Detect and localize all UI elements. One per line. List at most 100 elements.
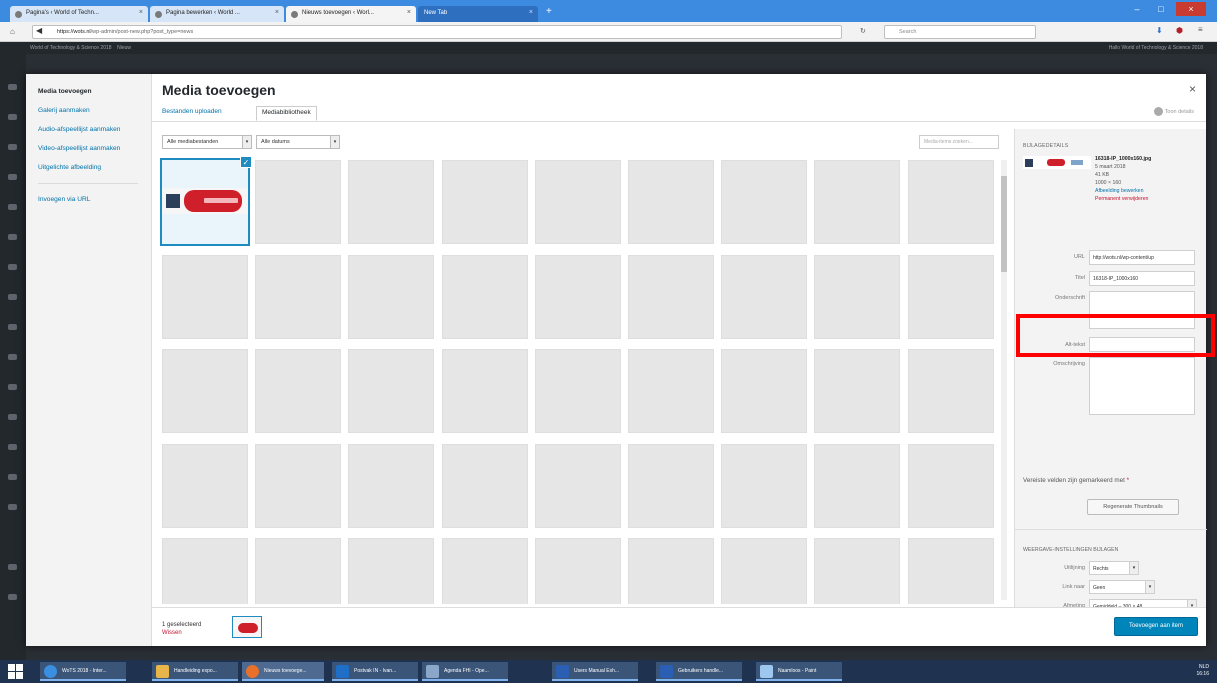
menu-audio-afspeellijst[interactable]: Audio-afspeellijst aanmaken [38, 126, 138, 134]
browser-tab-new-tab[interactable]: New Tab × [418, 6, 538, 22]
address-bar[interactable]: https://wots.nl/wp-admin/post-new.php?po… [32, 25, 842, 39]
attachment-thumbnail[interactable] [814, 538, 901, 604]
menu-media-toevoegen[interactable]: Media toevoegen [38, 88, 138, 96]
attachment-thumbnail[interactable] [534, 160, 621, 244]
system-tray[interactable]: NLD 16:16 [1196, 664, 1209, 678]
close-icon[interactable]: × [529, 9, 533, 16]
clear-selection-link[interactable]: Wissen [162, 629, 201, 637]
menu-galerij-aanmaken[interactable]: Galerij aanmaken [38, 107, 138, 115]
title-field[interactable]: 16318-IP_1000x160 [1089, 271, 1195, 286]
attachment-thumbnail[interactable] [162, 443, 248, 528]
browser-search-input[interactable]: Search [884, 25, 1036, 39]
attachment-thumbnail[interactable] [441, 443, 528, 528]
reload-icon[interactable]: ↻ [860, 27, 866, 35]
browser-tab-nieuws-toevoegen[interactable]: Nieuws toevoegen ‹ Worl... × [286, 6, 416, 22]
attachment-thumbnail[interactable] [255, 443, 342, 528]
url-field[interactable]: http://wots.nl/wp-content/up [1089, 250, 1195, 265]
attachment-thumbnail[interactable] [907, 443, 994, 528]
maximize-icon[interactable]: □ [1150, 2, 1172, 16]
menu-invoegen-via-url[interactable]: Invoegen via URL [38, 196, 138, 204]
attachment-thumbnail[interactable] [721, 349, 808, 433]
taskbar-item-ie[interactable]: WoTS 2018 - Inter... [40, 662, 126, 681]
attachment-thumbnail[interactable] [255, 254, 342, 339]
attachment-thumbnail[interactable] [534, 254, 621, 339]
window-close-icon[interactable]: × [1176, 2, 1206, 16]
taskbar-item-firefox[interactable]: Nieuws toevoege... [242, 662, 324, 681]
minimize-icon[interactable]: – [1126, 2, 1148, 16]
tab-mediabibliotheek[interactable]: Mediabibliotheek [256, 106, 317, 121]
attachment-thumbnail[interactable] [907, 254, 994, 339]
attachment-thumbnail[interactable]: ✓ [162, 156, 252, 244]
attachment-thumbnail[interactable] [628, 160, 714, 244]
taskbar-item-agenda[interactable]: Agenda FHI - Ope... [422, 662, 508, 681]
attachment-thumbnail[interactable] [348, 160, 435, 244]
delete-permanently-link[interactable]: Permanent verwijderen [1095, 195, 1151, 203]
attachment-thumbnail[interactable] [628, 254, 714, 339]
back-icon[interactable]: ◀ [36, 26, 42, 35]
selected-thumbnail[interactable] [232, 616, 262, 638]
download-icon[interactable]: ⬇ [1156, 26, 1163, 35]
media-date-filter[interactable]: Alle datums ▾ [256, 135, 340, 149]
attachment-thumbnail[interactable] [255, 160, 342, 244]
attachment-thumbnail[interactable] [628, 538, 714, 604]
menu-icon[interactable]: ≡ [1198, 25, 1203, 34]
media-type-filter[interactable]: Alle mediabestanden ▾ [162, 135, 252, 149]
attachment-thumbnail[interactable] [441, 160, 528, 244]
attachment-thumbnail[interactable] [721, 538, 808, 604]
taskbar-item-explorer[interactable]: Handleiding expo... [152, 662, 238, 681]
close-icon[interactable]: × [275, 9, 279, 16]
attachment-thumbnail[interactable] [255, 538, 342, 604]
attachment-thumbnail[interactable] [441, 538, 528, 604]
attachment-thumbnail[interactable] [814, 349, 901, 433]
taskbar-item-paint[interactable]: Naamloos - Paint [756, 662, 842, 681]
attachment-thumbnail[interactable] [628, 349, 714, 433]
attachment-thumbnail[interactable] [721, 254, 808, 339]
attachment-thumbnail[interactable] [348, 349, 435, 433]
attachment-thumbnail[interactable] [814, 160, 901, 244]
close-icon[interactable]: × [1189, 82, 1196, 96]
taskbar-item-word-1[interactable]: Users Manual Exh... [552, 662, 638, 681]
insert-into-item-button[interactable]: Toevoegen aan item [1114, 617, 1198, 636]
admin-bar-greeting[interactable]: Hallo World of Technology & Science 2018 [1109, 45, 1203, 51]
checkmark-icon[interactable]: ✓ [240, 156, 252, 168]
close-icon[interactable]: × [407, 9, 411, 16]
browser-tab-pagina-bewerken[interactable]: Pagina bewerken ‹ World ... × [150, 6, 284, 22]
new-tab-icon[interactable]: + [546, 6, 552, 17]
menu-video-afspeellijst[interactable]: Video-afspeellijst aanmaken [38, 145, 138, 153]
align-select[interactable]: Rechts ▾ [1089, 561, 1139, 575]
attachment-thumbnail[interactable] [534, 443, 621, 528]
close-icon[interactable]: × [139, 9, 143, 16]
attachment-thumbnail[interactable] [441, 349, 528, 433]
edit-image-link[interactable]: Afbeelding bewerken [1095, 187, 1151, 195]
attachment-thumbnail[interactable] [814, 254, 901, 339]
taskbar-item-outlook[interactable]: Postvak IN - Ivan... [332, 662, 418, 681]
shield-icon[interactable]: ⬢ [1176, 26, 1183, 35]
attachment-thumbnail[interactable] [628, 443, 714, 528]
attachment-thumbnail[interactable] [162, 349, 248, 433]
attachment-thumbnail[interactable] [814, 443, 901, 528]
attachment-thumbnail[interactable] [255, 349, 342, 433]
grid-scrollbar[interactable] [1001, 160, 1007, 600]
attachment-thumbnail[interactable] [534, 349, 621, 433]
media-search-input[interactable]: Media-items zoeken... [919, 135, 999, 149]
toon-details-toggle[interactable]: Toon details [1153, 107, 1194, 116]
description-textarea[interactable] [1089, 357, 1195, 415]
attachment-thumbnail[interactable] [162, 538, 248, 604]
browser-tab-paginas[interactable]: Pagina's ‹ World of Techn... × [10, 6, 148, 22]
regenerate-thumbnails-button[interactable]: Regenerate Thumbnails [1087, 499, 1179, 515]
attachment-thumbnail[interactable] [162, 254, 248, 339]
attachment-thumbnail[interactable] [907, 538, 994, 604]
attachment-thumbnail[interactable] [348, 254, 435, 339]
windows-start-icon[interactable] [8, 664, 24, 679]
home-icon[interactable]: ⌂ [10, 27, 15, 36]
scrollbar-thumb[interactable] [1001, 176, 1007, 272]
admin-bar-site[interactable]: World of Technology & Science 2018 [30, 45, 112, 51]
admin-bar-new[interactable]: Nieuw [117, 45, 131, 51]
menu-uitgelichte-afbeelding[interactable]: Uitgelichte afbeelding [38, 164, 138, 172]
tab-bestanden-uploaden[interactable]: Bestanden uploaden [162, 108, 222, 115]
attachment-thumbnail[interactable] [534, 538, 621, 604]
attachment-thumbnail[interactable] [721, 160, 808, 244]
link-select[interactable]: Geen ▾ [1089, 580, 1155, 594]
attachment-thumbnail[interactable] [348, 443, 435, 528]
taskbar-item-word-2[interactable]: Gebruikers handle... [656, 662, 742, 681]
